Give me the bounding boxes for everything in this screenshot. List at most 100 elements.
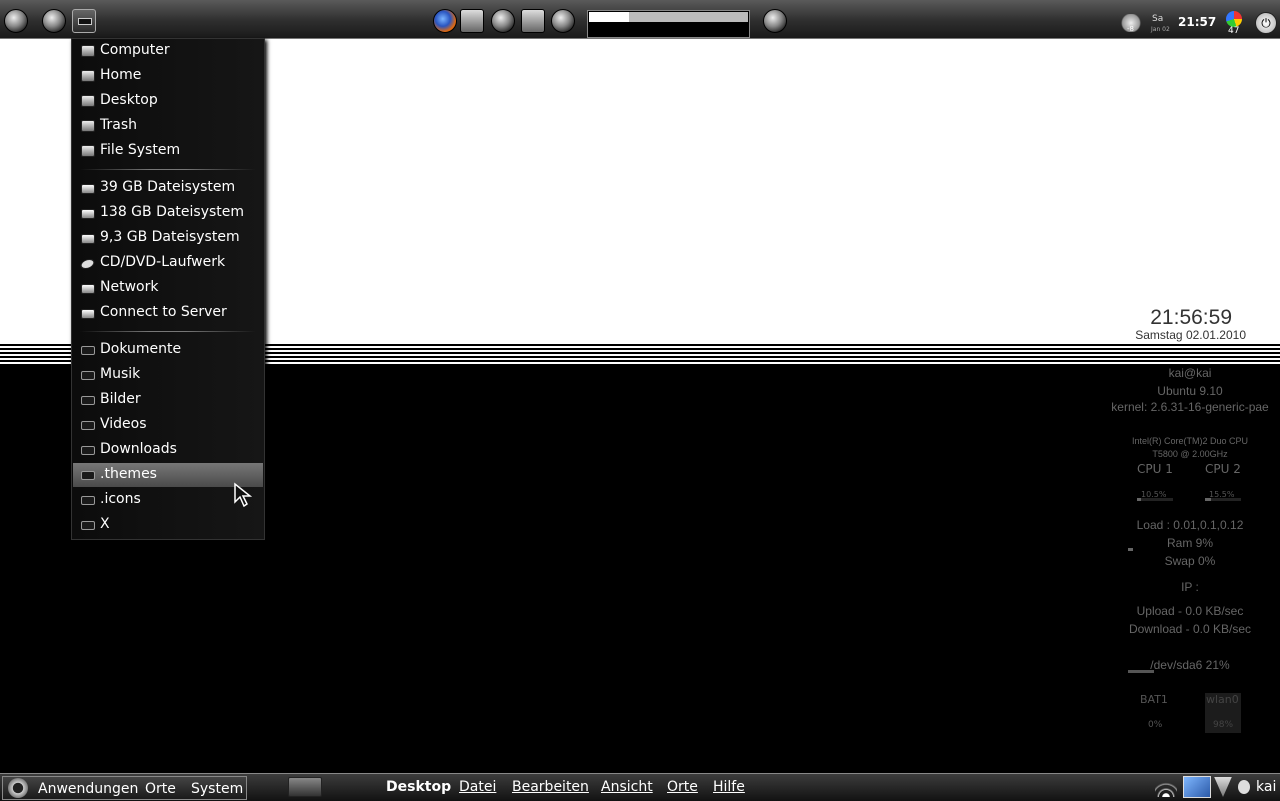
conky-cpu-speed: T5800 @ 2.00GHz: [1152, 449, 1228, 459]
wifi-icon[interactable]: [1155, 777, 1177, 797]
menu-edit[interactable]: Bearbeiten: [512, 779, 589, 795]
wlan-value: 98%: [1213, 720, 1234, 730]
themes-icon: [81, 471, 95, 480]
connect-to-server-icon: [81, 309, 95, 319]
progress-widget: [587, 10, 750, 38]
conky-kernel: kernel: 2.6.31-16-generic-pae: [1111, 400, 1269, 414]
places-item-label: 9,3 GB Dateisystem: [100, 229, 240, 245]
menu-view[interactable]: Ansicht: [601, 779, 653, 795]
music-icon[interactable]: [551, 9, 575, 33]
power-button[interactable]: ⏻: [1255, 12, 1277, 34]
places-item-desktop[interactable]: Desktop: [73, 89, 263, 113]
cpu2-value: 15.5%: [1209, 490, 1235, 499]
cd-dvd-drive-icon: [78, 259, 97, 269]
places-item-label: Desktop: [100, 92, 158, 108]
places-item-label: Dokumente: [100, 341, 182, 357]
places-item-connect-to-server[interactable]: Connect to Server: [73, 301, 263, 325]
trash-icon: [81, 120, 95, 132]
network-icon[interactable]: [1214, 777, 1232, 797]
wlan-label: wlan0: [1206, 693, 1239, 706]
conky-swap: Swap 0%: [1164, 554, 1216, 568]
app-title[interactable]: Desktop: [386, 779, 451, 795]
menu-applications[interactable]: Anwendungen: [38, 781, 138, 797]
desktop-clock-time: 21:56:59: [1150, 306, 1232, 329]
file-icon[interactable]: [521, 9, 545, 33]
tray-day: Sa: [1152, 14, 1164, 24]
menu-places[interactable]: Orte: [145, 781, 176, 797]
home-icon: [81, 70, 95, 82]
x-icon: [81, 521, 95, 530]
places-item-label: Network: [100, 279, 159, 295]
places-item-label: Musik: [100, 366, 141, 382]
menu-file[interactable]: Datei: [459, 779, 496, 795]
places-item-bilder[interactable]: Bilder: [73, 388, 263, 412]
musik-icon: [81, 371, 95, 380]
menu-help[interactable]: Hilfe: [713, 779, 745, 795]
disk-bar: [1128, 670, 1154, 673]
icons-icon: [81, 496, 95, 505]
places-item-label: 39 GB Dateisystem: [100, 179, 236, 195]
places-item-downloads[interactable]: Downloads: [73, 438, 263, 462]
downloads-icon: [81, 446, 95, 455]
network-icon: [81, 284, 95, 294]
gauge-icon[interactable]: [1226, 11, 1242, 27]
cpu1-value: 10.5%: [1141, 490, 1167, 499]
conky-ram: Ram 9%: [1166, 536, 1213, 550]
places-item-dokumente[interactable]: Dokumente: [73, 338, 263, 362]
mouse-cursor-icon: [234, 482, 253, 508]
places-item-cd-dvd-drive[interactable]: CD/DVD-Laufwerk: [73, 251, 263, 275]
computer-icon: [81, 45, 95, 57]
places-item-drive-138gb[interactable]: 138 GB Dateisystem: [73, 201, 263, 225]
ubuntu-logo-icon[interactable]: [8, 778, 28, 798]
bilder-icon: [81, 396, 95, 405]
places-item-home[interactable]: Home: [73, 64, 263, 88]
conky-cpu-model: Intel(R) Core(TM)2 Duo CPU: [1131, 436, 1249, 446]
firefox-icon[interactable]: [433, 9, 457, 33]
menu-system[interactable]: System: [191, 781, 243, 797]
gauge-value: 47: [1228, 26, 1240, 36]
conky-upload: Upload - 0.0 KB/sec: [1136, 604, 1244, 618]
places-item-trash[interactable]: Trash: [73, 114, 263, 138]
username[interactable]: kai: [1256, 779, 1276, 795]
bat-label: BAT1: [1140, 693, 1168, 706]
places-item-drive-9gb[interactable]: 9,3 GB Dateisystem: [73, 226, 263, 250]
drive-39gb-icon: [81, 184, 95, 194]
places-item-network[interactable]: Network: [73, 276, 263, 300]
places-item-label: .themes: [100, 466, 157, 482]
places-item-label: Downloads: [100, 441, 177, 457]
places-item-label: CD/DVD-Laufwerk: [100, 254, 226, 270]
places-item-computer[interactable]: Computer: [73, 39, 263, 63]
places-item-label: 138 GB Dateisystem: [100, 204, 245, 220]
videos-icon: [81, 421, 95, 430]
places-item-videos[interactable]: Videos: [73, 413, 263, 437]
user-icon[interactable]: [1238, 780, 1250, 794]
panel-clock[interactable]: 21:57: [1178, 15, 1216, 29]
desktop-icon: [81, 95, 95, 107]
top-panel: -8 Sa Jan 02 21:57 47 ⏻: [0, 0, 1280, 39]
places-item-musik[interactable]: Musik: [73, 363, 263, 387]
places-item-label: Trash: [100, 117, 137, 133]
places-item-label: Computer: [100, 42, 170, 58]
drive-9gb-icon: [81, 234, 95, 244]
places-item-label: Home: [100, 67, 142, 83]
gimp-icon[interactable]: [42, 9, 66, 33]
weather-temp: -8: [1127, 25, 1134, 33]
places-item-file-system[interactable]: File System: [73, 139, 263, 163]
show-desktop-button[interactable]: [288, 777, 322, 797]
system-monitor-icon[interactable]: [4, 9, 28, 33]
display-icon[interactable]: [1183, 776, 1211, 798]
network-tools-icon[interactable]: [460, 9, 484, 33]
weather-icon[interactable]: -8: [1120, 14, 1142, 33]
places-item-x[interactable]: X: [73, 513, 263, 537]
volume-icon[interactable]: [763, 9, 787, 33]
places-item-drive-39gb[interactable]: 39 GB Dateisystem: [73, 176, 263, 200]
menu-go[interactable]: Orte: [667, 779, 698, 795]
desktop-clock-date: Samstag 02.01.2010: [1135, 328, 1246, 342]
places-item-label: Videos: [100, 416, 147, 432]
places-menu-icon[interactable]: [72, 9, 96, 33]
menu-separator: [80, 169, 256, 170]
bat-value: 0%: [1148, 720, 1163, 730]
menu-separator: [80, 331, 256, 332]
progress-fill: [589, 12, 629, 22]
terminal-icon[interactable]: [491, 9, 515, 33]
